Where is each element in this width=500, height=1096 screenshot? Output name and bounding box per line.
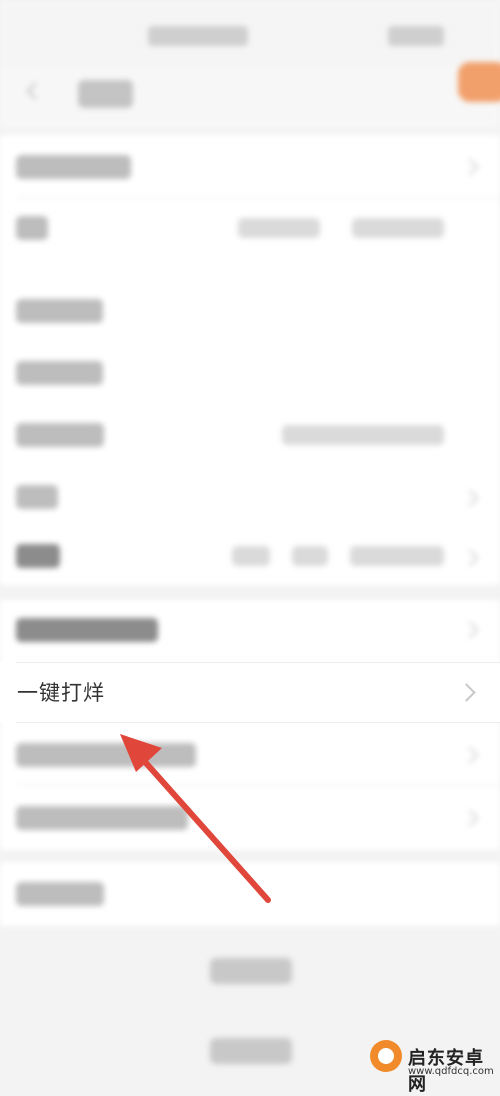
settings-row[interactable] <box>0 788 500 848</box>
settings-row[interactable] <box>0 404 500 466</box>
row-value <box>232 546 270 566</box>
settings-row[interactable] <box>0 725 500 785</box>
row-label <box>16 882 104 906</box>
settings-row[interactable] <box>0 280 500 342</box>
row-label <box>16 423 104 447</box>
settings-row[interactable] <box>0 342 500 404</box>
row-label <box>16 299 103 323</box>
settings-section <box>0 862 500 926</box>
divider <box>16 662 500 663</box>
header <box>0 66 500 128</box>
chevron-right-icon <box>461 621 479 639</box>
row-label <box>16 743 196 767</box>
row-label <box>16 155 131 179</box>
row-label <box>16 806 188 830</box>
settings-row[interactable] <box>0 135 500 197</box>
one-click-close-label: 一键打烊 <box>17 681 105 705</box>
chevron-right-icon <box>461 489 479 507</box>
header-action-button[interactable] <box>458 62 500 102</box>
divider <box>16 722 500 723</box>
row-value <box>350 546 444 566</box>
status-bar <box>0 0 500 66</box>
row-label <box>16 361 103 385</box>
watermark-logo-inner <box>378 1048 394 1064</box>
chevron-right-icon <box>461 746 479 764</box>
row-label <box>16 485 58 509</box>
settings-row[interactable] <box>0 197 500 259</box>
bottom-button[interactable] <box>210 958 292 984</box>
row-label <box>16 618 158 642</box>
chevron-right-icon <box>461 158 479 176</box>
settings-row[interactable] <box>0 600 500 660</box>
row-value <box>282 425 444 445</box>
row-value <box>352 218 444 238</box>
page-title <box>78 80 133 108</box>
watermark-url: www.qdfdcq.com <box>408 1066 494 1077</box>
settings-row[interactable] <box>0 528 500 585</box>
settings-section <box>0 600 500 850</box>
chevron-right-icon <box>461 549 479 567</box>
chevron-right-icon <box>461 809 479 827</box>
back-icon[interactable] <box>22 80 44 102</box>
row-label <box>16 216 48 240</box>
status-indicator <box>388 26 444 46</box>
row-label <box>16 544 60 568</box>
settings-row[interactable] <box>0 862 500 926</box>
row-value <box>238 218 320 238</box>
bottom-button[interactable] <box>210 1038 292 1064</box>
status-indicator <box>148 26 248 46</box>
settings-section <box>0 135 500 585</box>
divider <box>16 785 500 786</box>
settings-row[interactable] <box>0 466 500 528</box>
row-value <box>292 546 328 566</box>
